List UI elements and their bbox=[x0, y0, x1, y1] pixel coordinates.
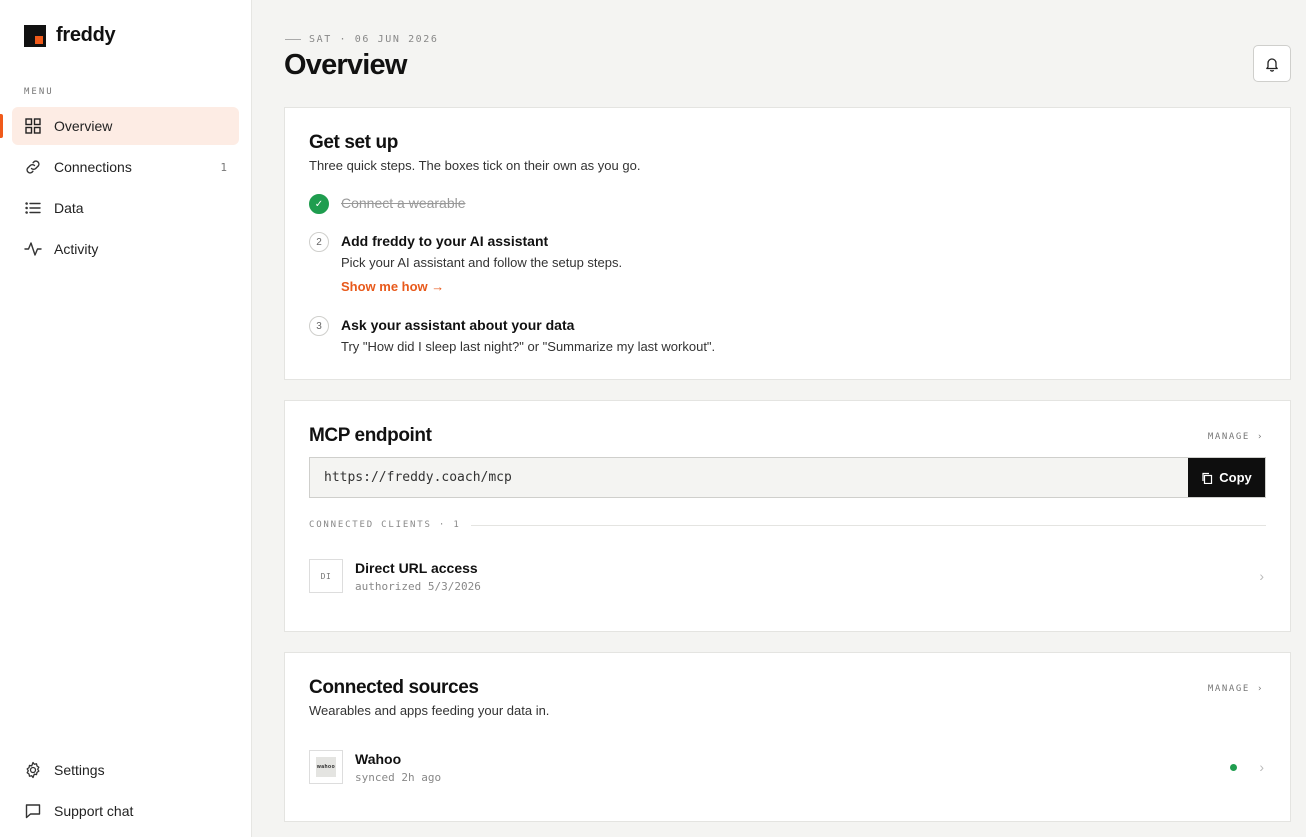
nav-item-label: Activity bbox=[54, 241, 99, 257]
step-description: Try "How did I sleep last night?" or "Su… bbox=[341, 339, 716, 354]
step-title: Ask your assistant about your data bbox=[341, 317, 575, 333]
app-logo[interactable]: freddy bbox=[24, 24, 116, 47]
chat-icon bbox=[24, 802, 42, 820]
source-info: Wahoo synced 2h ago bbox=[355, 751, 1230, 784]
nav-item-label: Settings bbox=[54, 762, 105, 778]
bottom-nav: Settings Support chat bbox=[12, 751, 239, 833]
nav-item-data[interactable]: Data bbox=[12, 189, 239, 227]
mcp-title: MCP endpoint bbox=[309, 425, 432, 446]
grid-icon bbox=[24, 117, 42, 135]
sources-manage-link[interactable]: MANAGE › bbox=[1208, 684, 1264, 694]
client-badge: DI bbox=[309, 559, 343, 593]
gear-icon bbox=[24, 761, 42, 779]
app-name: freddy bbox=[56, 24, 116, 46]
source-meta: synced 2h ago bbox=[355, 770, 442, 784]
mcp-endpoint-card: MCP endpoint MANAGE › https://freddy.coa… bbox=[284, 400, 1291, 632]
nav-item-overview[interactable]: Overview bbox=[0, 107, 239, 145]
activity-icon bbox=[24, 240, 42, 258]
wahoo-logo-mark: wahoo bbox=[316, 757, 336, 777]
nav-item-support-chat[interactable]: Support chat bbox=[12, 792, 239, 830]
page-title: Overview bbox=[284, 49, 407, 81]
divider bbox=[470, 524, 1266, 526]
step-title: Connect a wearable bbox=[341, 195, 466, 211]
endpoint-field: https://freddy.coach/mcp Copy bbox=[309, 457, 1266, 498]
list-icon bbox=[24, 199, 42, 217]
endpoint-url[interactable]: https://freddy.coach/mcp bbox=[310, 470, 1188, 485]
bell-icon bbox=[1264, 56, 1280, 72]
nav-item-label: Connections bbox=[54, 159, 132, 175]
date-dash bbox=[285, 39, 301, 40]
client-meta: authorized 5/3/2026 bbox=[355, 579, 481, 593]
client-info: Direct URL access authorized 5/3/2026 bbox=[355, 560, 1259, 593]
setup-step-2: 2 Add freddy to your AI assistant Pick y… bbox=[309, 232, 622, 294]
nav-item-connections[interactable]: Connections 1 bbox=[12, 148, 239, 186]
wahoo-logo: wahoo bbox=[309, 750, 343, 784]
copy-button[interactable]: Copy bbox=[1188, 458, 1265, 497]
step-body: Ask your assistant about your data Try "… bbox=[341, 316, 715, 354]
connections-count-badge: 1 bbox=[220, 160, 227, 174]
chevron-right-icon: › bbox=[1259, 759, 1264, 775]
nav-item-label: Support chat bbox=[54, 803, 134, 819]
menu-label: MENU bbox=[24, 87, 54, 97]
nav-item-label: Overview bbox=[54, 118, 113, 134]
step-title: Add freddy to your AI assistant bbox=[341, 233, 549, 249]
check-icon: ✓ bbox=[309, 194, 329, 214]
nav-item-label: Data bbox=[54, 200, 84, 216]
setup-subtitle: Three quick steps. The boxes tick on the… bbox=[309, 158, 641, 173]
client-row[interactable]: DI Direct URL access authorized 5/3/2026… bbox=[309, 559, 1266, 593]
client-name: Direct URL access bbox=[355, 559, 478, 576]
step-number: 2 bbox=[309, 232, 329, 252]
connected-clients-label: CONNECTED CLIENTS · 1 bbox=[309, 520, 461, 530]
copy-label: Copy bbox=[1219, 470, 1252, 485]
nav-item-settings[interactable]: Settings bbox=[12, 751, 239, 789]
source-row[interactable]: wahoo Wahoo synced 2h ago › bbox=[309, 750, 1266, 784]
status-dot-icon bbox=[1230, 763, 1238, 771]
mcp-manage-link[interactable]: MANAGE › bbox=[1208, 432, 1264, 442]
setup-card: Get set up Three quick steps. The boxes … bbox=[284, 107, 1291, 380]
main-nav: Overview Connections 1 Data Activity bbox=[0, 107, 239, 271]
setup-title: Get set up bbox=[309, 132, 398, 153]
logo-mark-icon bbox=[24, 24, 46, 47]
date-line: SAT · 06 JUN 2026 bbox=[285, 34, 439, 45]
sidebar: freddy MENU Overview Connections 1 Data bbox=[0, 0, 252, 837]
source-name: Wahoo bbox=[355, 750, 402, 767]
notifications-button[interactable] bbox=[1253, 45, 1291, 82]
sources-subtitle: Wearables and apps feeding your data in. bbox=[309, 703, 550, 718]
step-number: 3 bbox=[309, 316, 329, 336]
show-me-how-link[interactable]: Show me how → bbox=[341, 279, 622, 294]
setup-step-3: 3 Ask your assistant about your data Try… bbox=[309, 316, 715, 354]
nav-item-activity[interactable]: Activity bbox=[12, 230, 239, 268]
current-date: SAT · 06 JUN 2026 bbox=[309, 34, 439, 45]
connected-sources-card: Connected sources MANAGE › Wearables and… bbox=[284, 652, 1291, 822]
step-description: Pick your AI assistant and follow the se… bbox=[341, 255, 623, 270]
link-icon bbox=[24, 158, 42, 176]
step-body: Connect a wearable bbox=[341, 194, 466, 214]
sources-title: Connected sources bbox=[309, 677, 479, 698]
chevron-right-icon: › bbox=[1259, 568, 1264, 584]
copy-icon bbox=[1202, 472, 1213, 484]
setup-step-1: ✓ Connect a wearable bbox=[309, 194, 466, 214]
step-body: Add freddy to your AI assistant Pick you… bbox=[341, 232, 622, 294]
connected-clients-header: CONNECTED CLIENTS · 1 bbox=[309, 520, 1266, 530]
